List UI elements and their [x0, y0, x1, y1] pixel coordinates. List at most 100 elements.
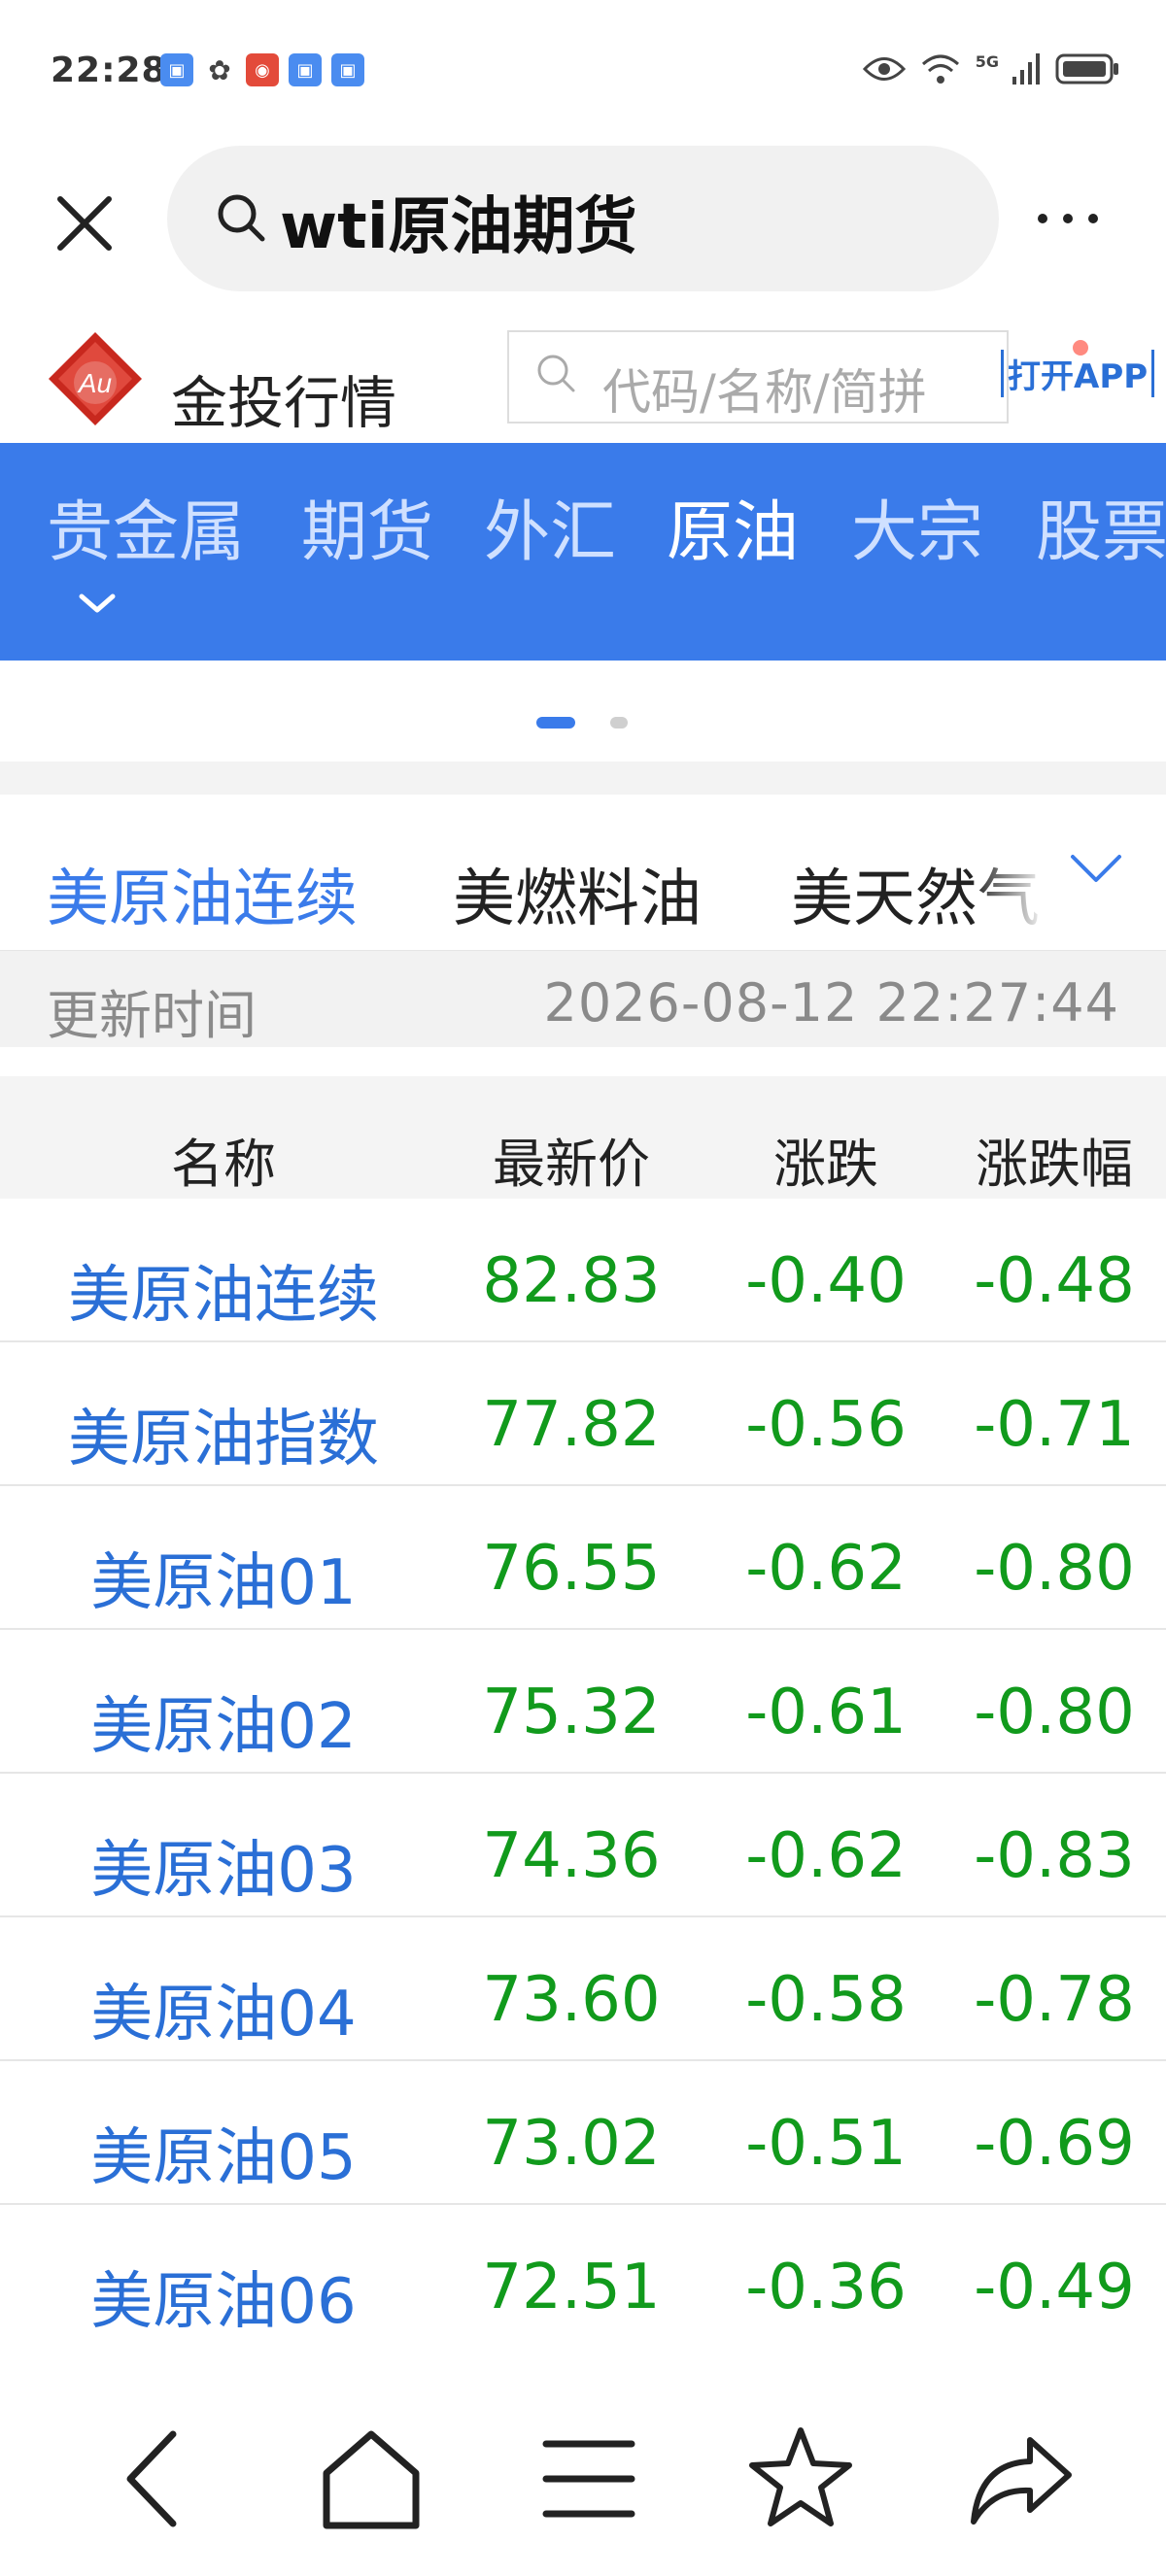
quote-change-pct: -0.49 [974, 2252, 1135, 2323]
app-icon: ▣ [331, 53, 364, 86]
update-label: 更新时间 [47, 985, 257, 1046]
carousel-indicator [0, 661, 1166, 762]
quote-price: 73.02 [482, 2108, 661, 2180]
quote-name[interactable]: 美原油06 [0, 2252, 447, 2341]
quote-price: 82.83 [482, 1245, 661, 1317]
quote-price: 76.55 [482, 1533, 661, 1605]
oil-tabs: 美原油连续 美燃料油 美天然气 [0, 795, 1166, 950]
quote-name[interactable]: 美原油指数 [0, 1389, 447, 1478]
quote-price: 73.60 [482, 1964, 661, 2036]
quote-name[interactable]: 美原油连续 [0, 1245, 447, 1335]
quote-change: -0.51 [745, 2108, 907, 2180]
logo-text: Au [77, 368, 113, 398]
wechat-icon: ✿ [203, 53, 236, 86]
browser-toolbar [0, 2343, 1166, 2576]
table-header: 名称 最新价 涨跌 涨跌幅 [0, 1076, 1166, 1199]
back-icon[interactable] [95, 2421, 212, 2537]
quote-change-pct: -0.83 [974, 1820, 1135, 1892]
tab-us-fuel-oil[interactable]: 美燃料油 [453, 849, 702, 938]
app-icon: ▣ [289, 53, 322, 86]
open-app-button[interactable]: 打开APP [1001, 350, 1155, 397]
nav-item-stocks[interactable]: 股票 [1036, 478, 1166, 574]
chevron-down-icon[interactable] [76, 589, 119, 618]
table-row[interactable]: 美原油02 75.32 -0.61 -0.80 [0, 1630, 1166, 1774]
signal-icon [1012, 53, 1040, 85]
menu-icon[interactable] [531, 2421, 647, 2537]
table-row[interactable]: 美原油04 73.60 -0.58 -0.78 [0, 1917, 1166, 2061]
quote-name[interactable]: 美原油02 [0, 1677, 447, 1766]
carousel-dot [610, 717, 628, 729]
close-icon[interactable] [51, 189, 119, 257]
quote-change-pct: -0.78 [974, 1964, 1135, 2036]
status-time: 22:28 [51, 51, 167, 90]
system-icons: 5G [862, 52, 1119, 85]
table-row[interactable]: 美原油06 72.51 -0.36 -0.49 [0, 2205, 1166, 2349]
nav-item-forex[interactable]: 外汇 [484, 478, 616, 574]
search-query: wti原油期货 [280, 191, 637, 263]
quote-change: -0.62 [745, 1533, 907, 1605]
category-nav: 贵金属 期货 外汇 原油 大宗 股票 [0, 443, 1166, 661]
quote-name[interactable]: 美原油05 [0, 2108, 447, 2197]
site-search-placeholder: 代码/名称/简拼 [602, 364, 927, 421]
search-icon [537, 355, 575, 392]
quote-name[interactable]: 美原油03 [0, 1820, 447, 1910]
notification-icons: ▣ ✿ ◉ ▣ ▣ [160, 53, 364, 86]
header-change: 涨跌 [773, 1134, 878, 1195]
table-row[interactable]: 美原油指数 77.82 -0.56 -0.71 [0, 1342, 1166, 1486]
quote-change: -0.62 [745, 1820, 907, 1892]
quote-name[interactable]: 美原油04 [0, 1964, 447, 2053]
quote-change-pct: -0.69 [974, 2108, 1135, 2180]
search-input[interactable]: wti原油期货 [167, 146, 999, 291]
quote-price: 72.51 [482, 2252, 661, 2323]
header-price: 最新价 [493, 1134, 650, 1195]
tab-us-crude-continuous[interactable]: 美原油连续 [47, 849, 358, 938]
nav-item-commodities[interactable]: 大宗 [851, 478, 983, 574]
site-name: 金投行情 [171, 370, 397, 436]
notification-dot [1073, 340, 1088, 356]
quote-change: -0.58 [745, 1964, 907, 2036]
site-header: Au 金投行情 代码/名称/简拼 打开APP [0, 321, 1166, 443]
chevron-down-icon[interactable] [1067, 849, 1125, 888]
home-icon[interactable] [313, 2421, 429, 2537]
eye-icon [862, 57, 906, 81]
quote-change-pct: -0.71 [974, 1389, 1135, 1461]
wifi-icon [921, 54, 959, 84]
spacer [0, 1047, 1166, 1076]
quote-change: -0.61 [745, 1677, 907, 1748]
quote-change: -0.56 [745, 1389, 907, 1461]
table-row[interactable]: 美原油03 74.36 -0.62 -0.83 [0, 1774, 1166, 1917]
quote-change-pct: -0.80 [974, 1677, 1135, 1748]
nav-item-crude-oil[interactable]: 原油 [667, 478, 799, 574]
more-options-icon[interactable] [1038, 204, 1115, 233]
quote-change-pct: -0.48 [974, 1245, 1135, 1317]
battery-icon [1055, 53, 1118, 85]
table-row[interactable]: 美原油01 76.55 -0.62 -0.80 [0, 1486, 1166, 1630]
app-icon: ◉ [246, 53, 279, 86]
carousel-dot-active [536, 717, 575, 729]
nav-item-precious-metals[interactable]: 贵金属 [47, 478, 245, 574]
search-icon [218, 194, 265, 242]
quote-price: 75.32 [482, 1677, 661, 1748]
status-bar: 22:28 ▣ ✿ ◉ ▣ ▣ 5G [0, 0, 1166, 146]
app-icon: ▣ [160, 53, 193, 86]
network-type: 5G [975, 52, 999, 71]
divider [0, 762, 1166, 795]
site-logo[interactable]: Au [45, 328, 146, 429]
update-bar: 更新时间 2026-08-12 22:27:44 [0, 950, 1166, 1049]
header-name: 名称 [171, 1134, 276, 1195]
tab-fade [972, 833, 1079, 931]
table-row[interactable]: 美原油05 73.02 -0.51 -0.69 [0, 2061, 1166, 2205]
quote-price: 77.82 [482, 1389, 661, 1461]
nav-item-futures[interactable]: 期货 [301, 478, 433, 574]
table-row[interactable]: 美原油连续 82.83 -0.40 -0.48 [0, 1199, 1166, 1342]
update-time: 2026-08-12 22:27:44 [543, 972, 1119, 1034]
quote-price: 74.36 [482, 1820, 661, 1892]
star-icon[interactable] [742, 2421, 859, 2537]
share-icon[interactable] [962, 2421, 1079, 2537]
quote-change: -0.40 [745, 1245, 907, 1317]
quote-change-pct: -0.80 [974, 1533, 1135, 1605]
site-search-input[interactable]: 代码/名称/简拼 [507, 330, 1009, 424]
quote-change: -0.36 [745, 2252, 907, 2323]
quotes-table: 名称 最新价 涨跌 涨跌幅 美原油连续 82.83 -0.40 -0.48 美原油指数 7… [0, 1076, 1166, 2349]
quote-name[interactable]: 美原油01 [0, 1533, 447, 1622]
